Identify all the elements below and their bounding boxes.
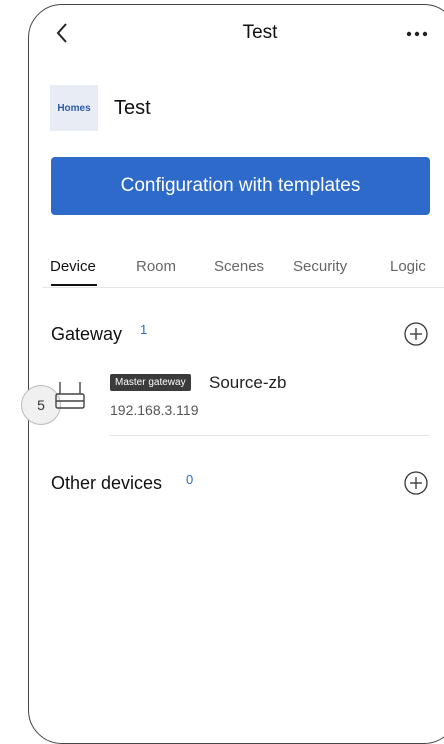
gateway-count-badge: 1 [140, 322, 148, 337]
tab-device[interactable]: Device [50, 258, 96, 275]
page-title: Test [242, 22, 278, 43]
router-icon [54, 380, 86, 412]
configuration-with-templates-button[interactable]: Configuration with templates [51, 157, 430, 215]
other-devices-section-title: Other devices [51, 473, 163, 493]
chevron-left-icon[interactable] [52, 20, 72, 46]
master-gateway-tag: Master gateway [110, 374, 191, 391]
divider [42, 287, 444, 288]
tab-security[interactable]: Security [293, 258, 347, 275]
home-name: Test [114, 97, 151, 119]
divider [110, 435, 430, 436]
more-horizontal-icon[interactable] [400, 22, 434, 46]
plus-circle-icon [404, 322, 428, 346]
tab-scenes[interactable]: Scenes [214, 258, 264, 275]
add-gateway-button[interactable] [403, 321, 429, 347]
other-devices-count-badge: 0 [186, 472, 194, 487]
active-tab-indicator [51, 284, 97, 286]
device-name: Source-zb [209, 373, 287, 392]
top-bar: Test [0, 0, 444, 64]
plus-circle-icon [404, 471, 428, 495]
tab-room[interactable]: Room [136, 258, 176, 275]
device-ip: 192.168.3.119 [110, 402, 199, 418]
tab-logic[interactable]: Logic [390, 258, 426, 275]
gateway-section-title: Gateway [51, 324, 123, 344]
home-logo: Homes [50, 85, 98, 131]
tab-bar: Device Room Scenes Security Logic [50, 258, 444, 288]
add-other-device-button[interactable] [403, 470, 429, 496]
